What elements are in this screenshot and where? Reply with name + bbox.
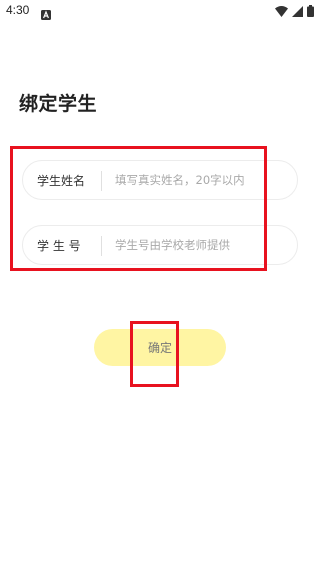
student-name-input[interactable] (115, 167, 291, 193)
status-bar: 4:30 (0, 0, 320, 24)
status-icons (275, 4, 314, 18)
student-id-field[interactable]: 学 生 号 (22, 225, 298, 265)
a-badge-icon (41, 5, 51, 20)
page-title: 绑定学生 (19, 93, 98, 115)
confirm-button[interactable]: 确定 (94, 329, 226, 366)
battery-icon (307, 2, 314, 21)
field-divider (101, 171, 102, 191)
student-name-label: 学生姓名 (37, 174, 86, 188)
cell-signal-icon (292, 2, 303, 21)
wifi-icon (275, 2, 288, 21)
student-id-input[interactable] (115, 232, 291, 258)
status-time: 4:30 (6, 3, 30, 17)
student-id-label: 学 生 号 (37, 239, 81, 253)
student-name-field[interactable]: 学生姓名 (22, 160, 298, 200)
field-divider (101, 236, 102, 256)
bind-student-screen: 4:30 绑定学生 学生姓名 填写真实姓名，20字以内 学 生 号 学生号由学校… (0, 0, 320, 568)
